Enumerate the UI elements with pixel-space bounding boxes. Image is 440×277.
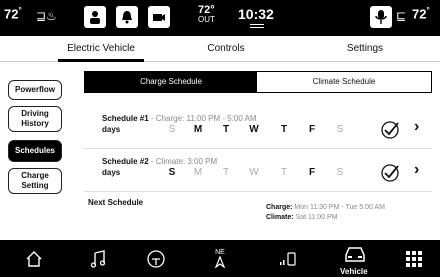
tab-controls[interactable]: Controls — [186, 36, 266, 62]
side-nav-charge-setting[interactable]: Charge Setting — [8, 168, 62, 194]
schedule-2-day-thu: T — [280, 167, 288, 178]
next-schedule-label: Next Schedule — [88, 198, 144, 207]
schedule-subtabs: Charge Schedule Climate Schedule — [84, 71, 432, 93]
divider — [84, 191, 432, 192]
status-bar: 72° ⊒♨ 72° OUT 10:32 ⊑ 72° — [0, 0, 440, 36]
side-nav-schedules[interactable]: Schedules — [8, 140, 62, 162]
phone-icon[interactable] — [268, 240, 308, 277]
subtab-charge-schedule[interactable]: Charge Schedule — [85, 72, 257, 92]
schedule-1-day-mon: M — [193, 124, 203, 135]
schedule-2-day-sun: S — [168, 167, 176, 178]
tab-settings[interactable]: Settings — [330, 36, 400, 62]
profile-icon[interactable] — [84, 6, 106, 28]
schedule-1-day-thu: T — [280, 124, 288, 135]
schedule-row-2[interactable]: Schedule #2 - Climate: 3:00 PM days S M … — [102, 157, 432, 187]
top-tabs: Electric Vehicle Controls Settings — [0, 36, 440, 62]
bottom-dock: NE Vehicle — [0, 240, 440, 277]
schedule-1-title: Schedule #1 - Charge: 11:00 PM - 5:00 AM — [102, 114, 257, 123]
schedule-1-chevron-right-icon[interactable]: › — [414, 118, 419, 136]
home-icon[interactable] — [14, 240, 54, 277]
schedule-1-day-tue: T — [222, 124, 230, 135]
clock-underline — [250, 24, 264, 25]
tab-electric-vehicle[interactable]: Electric Vehicle — [58, 36, 144, 62]
passenger-temperature[interactable]: 72° — [412, 6, 430, 21]
subtab-climate-schedule[interactable]: Climate Schedule — [257, 72, 431, 92]
microphone-icon[interactable] — [370, 6, 392, 28]
driver-temperature[interactable]: 72° — [4, 6, 22, 21]
outside-temperature: 72° OUT — [198, 4, 215, 25]
camera-icon[interactable] — [148, 6, 170, 28]
schedule-2-title: Schedule #2 - Climate: 3:00 PM — [102, 157, 218, 166]
schedule-2-day-wed: W — [249, 167, 259, 178]
schedule-1-check-icon[interactable] — [380, 120, 400, 145]
schedule-1-day-wed: W — [249, 124, 259, 135]
hands-free-phone-icon[interactable] — [136, 240, 176, 277]
schedule-2-day-fri: F — [308, 167, 316, 178]
schedule-1-day-sun: S — [168, 124, 176, 135]
side-nav-driving-history[interactable]: Driving History — [8, 106, 62, 132]
heated-seat-icon[interactable]: ⊒♨ — [36, 9, 57, 23]
side-nav-powerflow[interactable]: Powerflow — [8, 80, 62, 100]
schedule-1-day-sat: S — [336, 124, 344, 135]
schedule-2-day-mon: M — [193, 167, 203, 178]
compass-heading: NE — [215, 249, 225, 256]
passenger-seat-icon[interactable]: ⊑ — [396, 9, 406, 23]
vehicle-label: Vehicle — [340, 267, 368, 276]
schedule-2-days-label: days — [102, 168, 121, 177]
schedule-2-check-icon[interactable] — [380, 163, 400, 188]
schedule-1-day-fri: F — [308, 124, 316, 135]
divider — [84, 148, 432, 149]
schedule-row-1[interactable]: Schedule #1 - Charge: 11:00 PM - 5:00 AM… — [102, 114, 432, 144]
schedule-2-day-sat: S — [336, 167, 344, 178]
navigation-compass-icon[interactable]: NE — [200, 240, 240, 277]
schedule-2-day-tue: T — [222, 167, 230, 178]
schedule-1-days-label: days — [102, 125, 121, 134]
clock: 10:32 — [238, 6, 274, 22]
notification-bell-icon[interactable] — [116, 6, 138, 28]
schedule-2-chevron-right-icon[interactable]: › — [414, 161, 419, 179]
music-icon[interactable] — [78, 240, 118, 277]
apps-grid-icon[interactable] — [394, 240, 434, 277]
next-schedule-info: Charge: Mon 11:30 PM - Tue 5:00 AM Clima… — [266, 204, 385, 221]
